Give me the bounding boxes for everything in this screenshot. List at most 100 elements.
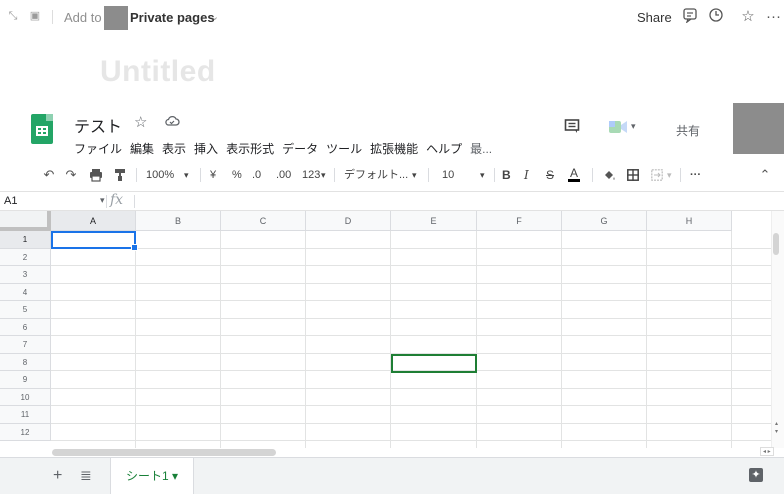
text-color-button[interactable]: A <box>568 166 581 182</box>
redo-icon[interactable]: ↷ <box>64 166 78 184</box>
grid-line <box>51 247 771 249</box>
row-header[interactable]: 8 <box>0 353 51 371</box>
cloud-status-icon[interactable] <box>164 114 180 126</box>
menu-bar: ファイル 編集 表示 挿入 表示形式 データ ツール 拡張機能 ヘルプ 最... <box>74 140 492 156</box>
all-sheets-icon[interactable]: ≣ <box>80 467 92 484</box>
meet-icon[interactable] <box>608 120 628 134</box>
percent-format-button[interactable]: % <box>232 166 242 184</box>
vertical-scroll-thumb[interactable] <box>773 233 779 255</box>
column-header[interactable]: A <box>51 211 136 231</box>
row-header[interactable]: 12 <box>0 423 51 441</box>
grid-line <box>646 231 647 448</box>
add-to-label[interactable]: Add to <box>64 10 102 25</box>
number-format-select[interactable]: 123 <box>302 166 320 184</box>
sheet-tab-active[interactable]: シート1 ▾ <box>110 458 194 494</box>
expand-icon[interactable]: ⤡ <box>6 9 20 23</box>
menu-edit[interactable]: 編集 <box>130 140 154 156</box>
page-title[interactable]: Untitled <box>100 55 216 89</box>
menu-tools[interactable]: ツール <box>326 140 362 156</box>
document-title[interactable]: テスト <box>74 113 122 137</box>
highlighted-cell-e8[interactable] <box>391 354 477 373</box>
font-size-select[interactable]: 10 <box>442 166 454 184</box>
grid-line <box>51 335 771 336</box>
grid-line <box>390 231 391 448</box>
bold-button[interactable]: B <box>502 166 511 184</box>
star-icon[interactable]: ☆ <box>134 113 147 131</box>
explore-icon[interactable]: ✦ <box>749 468 763 482</box>
merge-cells-icon[interactable] <box>650 166 664 184</box>
menu-extensions[interactable]: 拡張機能 <box>370 140 418 156</box>
spreadsheet-grid[interactable]: A B C D E F G H 1 2 3 4 5 6 7 8 9 10 11 12 <box>0 211 784 448</box>
decrease-decimal-button[interactable]: .0 <box>252 166 261 184</box>
fill-color-icon[interactable] <box>602 166 616 184</box>
name-box[interactable]: A1 <box>4 195 17 207</box>
chevron-down-icon[interactable]: ▾ <box>480 166 485 184</box>
scroll-arrows-icon[interactable]: ▴ ▾ <box>775 420 778 436</box>
add-sheet-button[interactable]: + <box>53 467 62 485</box>
chevron-down-icon[interactable]: ▾ <box>184 166 189 184</box>
sheets-logo-icon[interactable] <box>31 114 53 144</box>
strikethrough-button[interactable]: S <box>546 166 554 184</box>
chevron-down-icon[interactable]: ▾ <box>631 121 636 132</box>
currency-format-button[interactable]: ¥ <box>210 166 216 184</box>
chevron-down-icon[interactable]: ▾ <box>100 195 105 206</box>
menu-help[interactable]: ヘルプ <box>426 140 462 156</box>
notion-topbar: ⤡ ▣ Add to Private pages ⌄ Share ☆ ··· <box>0 0 784 36</box>
menu-format[interactable]: 表示形式 <box>226 140 274 156</box>
horizontal-scroll-thumb[interactable] <box>52 449 276 456</box>
increase-decimal-button[interactable]: .00 <box>276 166 291 184</box>
chevron-down-icon[interactable]: ⌄ <box>210 10 219 23</box>
select-all-corner[interactable] <box>0 211 51 231</box>
column-header[interactable]: F <box>477 211 562 231</box>
active-cell-a1[interactable] <box>51 231 138 251</box>
grid-line <box>731 231 732 448</box>
row-header[interactable]: 3 <box>0 266 51 284</box>
row-header[interactable]: 9 <box>0 371 51 389</box>
clock-icon[interactable] <box>706 7 726 27</box>
divider <box>52 10 53 24</box>
comment-icon[interactable] <box>680 7 700 27</box>
row-header[interactable]: 6 <box>0 318 51 336</box>
horizontal-scroll-arrows-icon[interactable]: ◂ ▸ <box>760 447 774 456</box>
column-header[interactable]: H <box>647 211 732 231</box>
column-header[interactable]: D <box>306 211 391 231</box>
account-avatar[interactable] <box>733 103 784 154</box>
menu-last-edit[interactable]: 最... <box>470 140 492 156</box>
comment-history-icon[interactable] <box>564 118 580 134</box>
collapse-toolbar-icon[interactable]: ⌃ <box>758 166 772 184</box>
print-icon[interactable] <box>88 166 104 184</box>
column-header[interactable]: B <box>136 211 221 231</box>
font-family-select[interactable]: デフォルト... <box>344 166 408 184</box>
sheet-share-button[interactable]: 共有 <box>656 117 720 145</box>
column-header[interactable]: G <box>562 211 647 231</box>
chevron-down-icon[interactable]: ▾ <box>321 166 326 184</box>
menu-view[interactable]: 表示 <box>162 140 186 156</box>
share-button[interactable]: Share <box>637 10 672 25</box>
chevron-down-icon[interactable]: ▾ <box>667 166 672 184</box>
menu-insert[interactable]: 挿入 <box>194 140 218 156</box>
column-header[interactable]: E <box>391 211 477 231</box>
borders-icon[interactable] <box>626 166 640 184</box>
row-header[interactable]: 4 <box>0 283 51 301</box>
paint-format-icon[interactable] <box>112 166 128 184</box>
row-header[interactable]: 11 <box>0 406 51 424</box>
chevron-down-icon[interactable]: ▾ <box>412 166 417 184</box>
sidebar-toggle-icon[interactable]: ▣ <box>28 9 42 23</box>
row-header[interactable]: 1 <box>0 231 51 249</box>
grid-line <box>51 300 771 301</box>
favorite-star-icon[interactable]: ☆ <box>738 7 758 27</box>
row-header[interactable]: 5 <box>0 301 51 319</box>
more-tools-button[interactable]: ··· <box>690 166 701 184</box>
italic-button[interactable]: I <box>524 166 529 184</box>
menu-data[interactable]: データ <box>282 140 318 156</box>
row-header[interactable]: 10 <box>0 388 51 406</box>
row-header[interactable]: 2 <box>0 248 51 266</box>
menu-file[interactable]: ファイル <box>74 140 122 156</box>
column-header[interactable]: C <box>221 211 306 231</box>
row-header[interactable]: 7 <box>0 336 51 354</box>
workspace-name[interactable]: Private pages <box>130 10 215 25</box>
undo-icon[interactable]: ↶ <box>42 166 56 184</box>
grid-line <box>51 265 771 266</box>
zoom-select[interactable]: 100% <box>146 166 174 184</box>
more-icon[interactable]: ··· <box>766 7 784 27</box>
